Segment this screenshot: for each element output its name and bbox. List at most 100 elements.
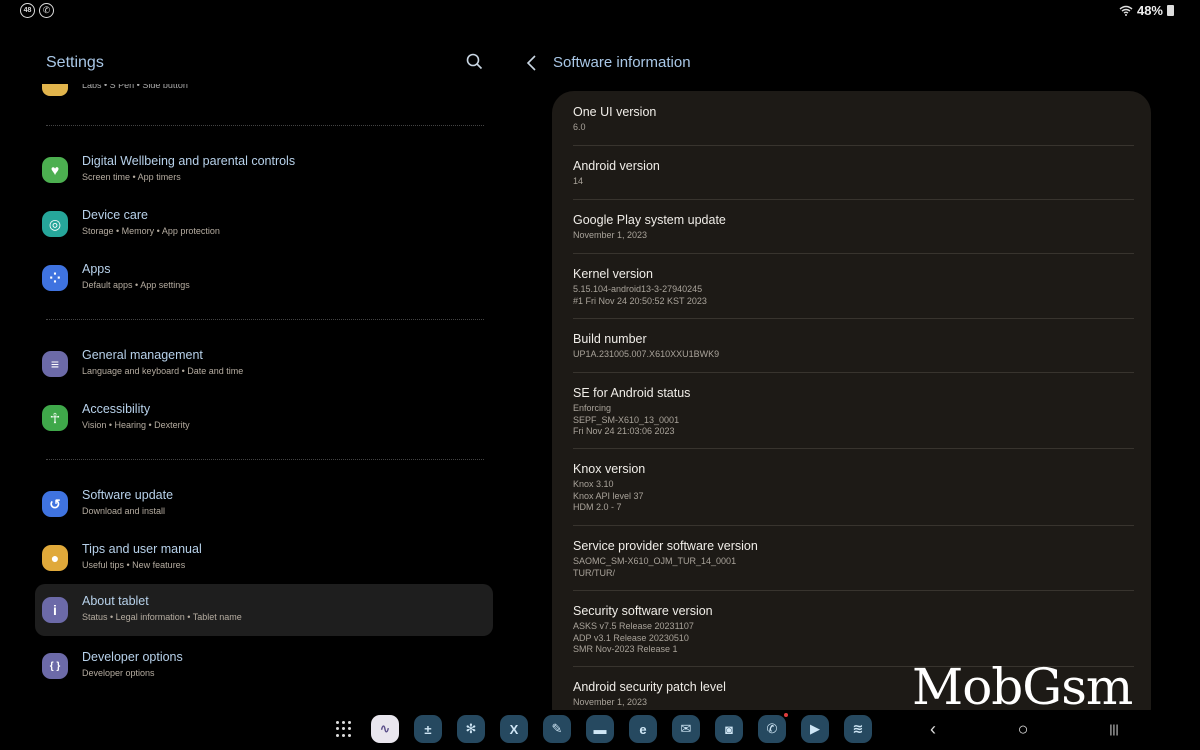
general-management-icon: ≡ [42,351,68,377]
menu-item-title: Developer options [82,650,183,664]
battery-percent: 48% [1136,3,1163,18]
menu-item-title: Device care [82,208,148,222]
info-value: ADP v3.1 Release 20230510 [573,632,689,643]
settings-item-device-care[interactable]: ◎ Device care Storage • Memory • App prote… [35,198,493,250]
recents-icon[interactable]: ||| [1103,718,1125,740]
youtube-icon[interactable]: ▶ [801,715,829,743]
info-row-build-number[interactable]: Build number UP1A.231005.007.X610XXU1BWK9 [573,332,1134,361]
notes-app-icon[interactable]: ∿ [371,715,399,743]
settings-item-advanced-features[interactable]: Labs • S Pen • Side button [42,84,492,98]
settings-item-tips-and-user-manual[interactable]: ● Tips and user manual Useful tips • New f… [35,532,493,584]
settings-item-software-update[interactable]: ↺ Software update Download and install [35,478,493,530]
settings-item-apps[interactable]: ⁘ Apps Default apps • App settings [35,252,493,304]
info-value: #1 Fri Nov 24 20:50:52 KST 2023 [573,295,707,306]
info-value: Enforcing [573,403,612,413]
info-label: Service provider software version [573,539,758,553]
calculator-icon[interactable]: ± [414,715,442,743]
info-row-kernel-version[interactable]: Kernel version 5.15.104-android13-3-27940… [573,267,1134,307]
divider [573,145,1134,146]
info-row-knox-version[interactable]: Knox version Knox 3.10 Knox API level 37 HD… [573,462,1134,514]
device-care-icon: ◎ [42,211,68,237]
info-label: One UI version [573,105,657,119]
info-value: SMR Nov-2023 Release 1 [573,644,678,654]
menu-item-title: Digital Wellbeing and parental controls [82,154,296,168]
samsung-notes-icon[interactable]: ✎ [543,715,571,743]
chevron-left-icon [526,55,536,71]
menu-item-subtitle: Storage • Memory • App protection [82,226,220,236]
watermark: MobGsm [912,658,1133,716]
divider [573,590,1134,591]
info-value: UP1A.231005.007.X610XXU1BWK9 [573,349,720,359]
my-files-icon[interactable]: ▬ [586,715,614,743]
settings-title: Settings [46,54,104,71]
menu-item-subtitle: Status • Legal information • Tablet name [82,612,242,622]
wellbeing-icon: ♥ [42,157,68,183]
menu-item-subtitle: Download and install [82,506,166,516]
back-button[interactable] [524,53,540,73]
info-value: Knox 3.10 [573,479,614,489]
info-row-service-provider-software-version[interactable]: Service provider software version SAOMC_S… [573,539,1134,579]
menu-item-subtitle: Default apps • App settings [82,280,190,290]
info-row-one-ui-version[interactable]: One UI version 6.0 [573,105,1134,134]
advanced-features-icon [42,84,68,96]
tips-icon: ● [42,545,68,571]
software-info-card: One UI version 6.0 Android version 14 Google… [552,91,1151,731]
settings-item-developer-options[interactable]: { } Developer options Developer options [35,640,493,692]
whatsapp-icon[interactable]: ✆ [758,715,786,743]
info-value: 14 [573,176,584,186]
email-icon[interactable]: ✉ [672,715,700,743]
divider [573,525,1134,526]
menu-item-title: General management [82,348,203,362]
info-label: Kernel version [573,267,653,281]
info-value: Knox API level 37 [573,490,644,501]
settings-item-digital-wellbeing-and-parental-controls[interactable]: ♥ Digital Wellbeing and parental controls… [35,144,493,196]
home-icon[interactable]: ○ [1012,718,1034,740]
info-value: SAOMC_SM-X610_OJM_TUR_14_0001 [573,556,737,566]
apps-icon: ⁘ [42,265,68,291]
menu-item-subtitle: Vision • Hearing • Dexterity [82,420,190,430]
menu-item-title: Apps [82,262,111,276]
taskbar: ∿ ± ✻ X ✎ ▬ e ✉ ◙ ✆ ▶ ≋ ‹ ○ ||| [0,710,1200,750]
info-label: SE for Android status [573,386,691,400]
app-drawer-icon[interactable] [336,721,352,737]
divider [46,459,484,460]
menu-item-subtitle: Developer options [82,668,155,678]
software-update-icon: ↺ [42,491,68,517]
info-label: Google Play system update [573,213,726,227]
camera-icon[interactable]: ◙ [715,715,743,743]
edge-browser-icon[interactable]: e [629,715,657,743]
page-title: Software information [553,54,691,71]
back-icon[interactable]: ‹ [922,718,944,740]
info-value: SEPF_SM-X610_13_0001 [573,414,680,425]
divider [46,319,484,320]
info-row-android-version[interactable]: Android version 14 [573,159,1134,188]
menu-item-title: Tips and user manual [82,542,202,556]
info-value: November 1, 2023 [573,230,648,240]
menu-item-title: Software update [82,488,174,502]
info-row-google-play-system-update[interactable]: Google Play system update November 1, 202… [573,213,1134,242]
excel-icon[interactable]: X [500,715,528,743]
notification-dot [784,713,788,717]
divider [573,199,1134,200]
info-row-se-for-android-status[interactable]: SE for Android status Enforcing SEPF_SM-X6… [573,386,1134,438]
settings-item-general-management[interactable]: ≡ General management Language and keyboard… [35,338,493,390]
info-label: Security software version [573,604,713,618]
menu-item-title: Accessibility [82,402,151,416]
settings-item-accessibility[interactable]: ☥ Accessibility Vision • Hearing • Dexteri… [35,392,493,444]
search-button[interactable] [465,52,485,72]
battery-icon [1167,5,1174,16]
settings-item-about-tablet[interactable]: i About tablet Status • Legal information … [35,584,493,636]
developer-options-icon: { } [42,653,68,679]
divider [573,372,1134,373]
info-label: Build number [573,332,647,346]
divider [573,448,1134,449]
info-label: Knox version [573,462,646,476]
menu-item-subtitle: Language and keyboard • Date and time [82,366,244,376]
info-row-security-software-version[interactable]: Security software version ASKS v7.5 Relea… [573,604,1134,656]
settings-pane: Settings Labs • S Pen • Side button ♥ Dig… [0,0,520,710]
spotify-icon[interactable]: ≋ [844,715,872,743]
menu-item-title: About tablet [82,594,149,608]
info-value: Fri Nov 24 21:03:06 2023 [573,426,675,436]
bixby-icon[interactable]: ✻ [457,715,485,743]
info-value: TUR/TUR/ [573,567,615,578]
